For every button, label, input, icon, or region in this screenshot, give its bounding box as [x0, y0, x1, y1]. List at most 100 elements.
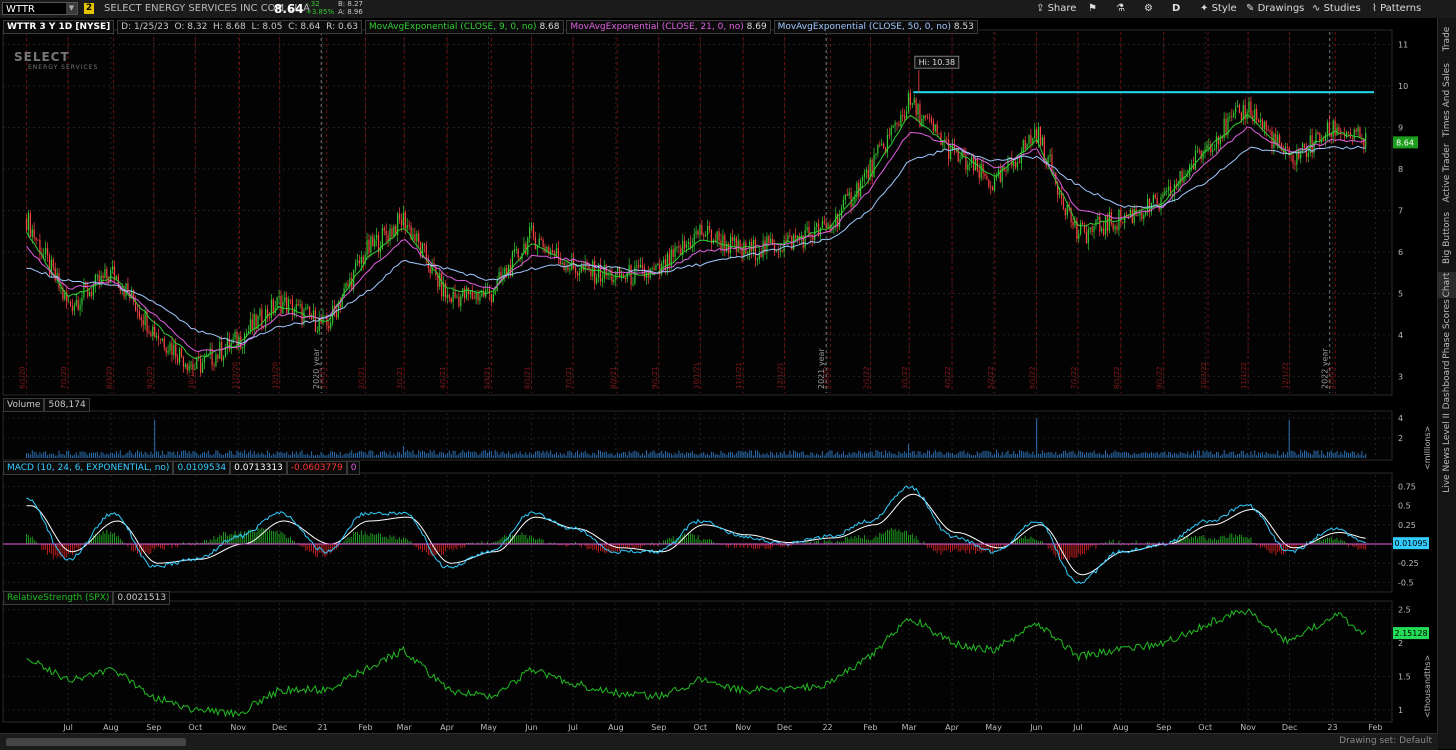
candle-body: [613, 279, 615, 283]
volume-bar: [73, 454, 75, 458]
volume-bar: [856, 453, 858, 458]
volume-bar: [1064, 450, 1066, 458]
candle-body: [312, 310, 315, 320]
rs-y-tick: 2.5: [1398, 606, 1411, 615]
candle-body: [35, 237, 37, 240]
volume-bar: [159, 455, 161, 458]
tab-chart[interactable]: Chart: [1438, 272, 1456, 298]
tab-trade[interactable]: Trade: [1438, 20, 1456, 58]
chart-area[interactable]: 6/1/20 7/1/20 8/3/20 9/1/20 10/1/20 11/2/20 12…: [0, 18, 1438, 733]
candle-body: [783, 240, 785, 252]
month-marker-label: 7/1/20: [60, 366, 68, 389]
candle-body: [458, 296, 460, 307]
studies-flask-button[interactable]: ⚗: [1116, 0, 1125, 18]
x-axis-label: 21: [317, 723, 327, 732]
volume-bar: [798, 453, 800, 458]
volume-bar: [1286, 451, 1288, 458]
volume-bar: [416, 454, 418, 458]
volume-bar: [848, 452, 850, 458]
studies-button[interactable]: ∿ Studies: [1312, 0, 1361, 18]
macd-y-tick: 0.5: [1398, 502, 1411, 511]
flag-button[interactable]: ⚑: [1088, 0, 1097, 18]
scroll-thumb[interactable]: [6, 738, 186, 746]
change-block: -.32 +3.85%: [306, 0, 334, 18]
tab-phase-scores[interactable]: Phase Scores: [1438, 298, 1456, 360]
x-axis-label: Apr: [440, 723, 455, 732]
volume-bar: [337, 455, 339, 458]
x-axis-label: Jul: [1072, 723, 1083, 732]
candle-body: [861, 177, 864, 182]
candle-body: [1131, 210, 1133, 223]
candle-body: [806, 227, 808, 231]
ohlc-date: D: 1/25/23: [121, 22, 169, 32]
volume-bar: [617, 452, 619, 458]
patterns-button[interactable]: ⌇ Patterns: [1372, 0, 1421, 18]
chevron-down-icon[interactable]: ▼: [66, 3, 77, 14]
symbol-selector[interactable]: WTTR ▼: [2, 2, 78, 15]
volume-bar: [1273, 453, 1275, 458]
volume-bar: [431, 452, 433, 458]
price-y-tick: 5: [1398, 289, 1403, 298]
volume-bar: [1346, 452, 1348, 458]
volume-title[interactable]: Volume: [3, 398, 45, 412]
style-button[interactable]: ✦ Style: [1200, 0, 1237, 18]
link-group-badge[interactable]: 2: [84, 3, 94, 14]
tab-live-news[interactable]: Live News: [1438, 447, 1456, 493]
right-sidebar: Trade Times And Sales Active Trader Big But…: [1437, 18, 1456, 749]
volume-bar: [326, 455, 328, 458]
volume-bar: [567, 451, 569, 458]
drawing-set-label[interactable]: Drawing set: Default: [1339, 736, 1432, 746]
tab-level-ii[interactable]: Level II: [1438, 410, 1456, 448]
volume-bar: [1259, 453, 1261, 458]
rs-title[interactable]: RelativeStrength (SPX): [3, 591, 114, 605]
period-button[interactable]: D: [1172, 0, 1180, 18]
candle-body: [662, 259, 665, 264]
candle-body: [601, 278, 603, 282]
volume-bar: [295, 451, 297, 458]
x-axis-label: Mar: [902, 723, 918, 732]
candle-body: [75, 299, 77, 306]
tab-dashboard[interactable]: Dashboard: [1438, 360, 1456, 410]
tab-active-trader[interactable]: Active Trader: [1438, 142, 1456, 204]
volume-bar: [257, 452, 259, 458]
volume-bar: [1244, 454, 1246, 458]
macd-title[interactable]: MACD (10, 24, 6, EXPONENTIAL, no): [3, 461, 174, 475]
volume-bar: [1359, 454, 1361, 458]
ema9-label[interactable]: MovAvgExponential (CLOSE, 9, 0, no) 8.68: [364, 20, 564, 34]
bottom-scrollbar[interactable]: Drawing set: Default: [0, 733, 1438, 750]
tab-times-and-sales[interactable]: Times And Sales: [1438, 58, 1456, 142]
volume-bar: [994, 453, 996, 458]
drawings-button[interactable]: ✎ Drawings: [1246, 0, 1304, 18]
volume-bar: [582, 452, 584, 458]
volume-bar: [1311, 454, 1313, 458]
settings-button[interactable]: ⚙: [1144, 0, 1153, 18]
volume-bar: [1263, 454, 1265, 458]
month-marker-label: 10/1/21: [692, 362, 700, 389]
volume-bar: [448, 450, 450, 458]
volume-bar: [563, 453, 565, 458]
volume-bar: [883, 455, 885, 458]
volume-bar: [311, 451, 313, 458]
ema50-label[interactable]: MovAvgExponential (CLOSE, 50, 0, no) 8.5…: [773, 20, 978, 34]
ema21-label[interactable]: MovAvgExponential (CLOSE, 21, 0, no) 8.6…: [566, 20, 771, 34]
candle-body: [73, 305, 75, 311]
candle-body: [873, 154, 875, 177]
candle-body: [52, 259, 54, 268]
candle-body: [1259, 119, 1262, 123]
volume-bar: [542, 450, 544, 458]
volume-bar: [902, 453, 904, 458]
price-y-tick: 8: [1398, 165, 1403, 174]
candle-body: [140, 317, 142, 321]
x-axis-label: May: [480, 723, 497, 732]
candle-body: [486, 289, 489, 291]
volume-bar: [498, 454, 500, 458]
volume-bar: [831, 450, 833, 458]
share-button[interactable]: ⇪ Share: [1036, 0, 1076, 18]
candle-body: [706, 225, 709, 236]
volume-bar: [666, 452, 668, 458]
volume-bar: [112, 452, 114, 458]
hi-label: Hi: 10.38: [919, 58, 955, 67]
volume-bar: [800, 451, 802, 458]
candle-body: [452, 291, 454, 302]
tab-big-buttons[interactable]: Big Buttons: [1438, 204, 1456, 272]
